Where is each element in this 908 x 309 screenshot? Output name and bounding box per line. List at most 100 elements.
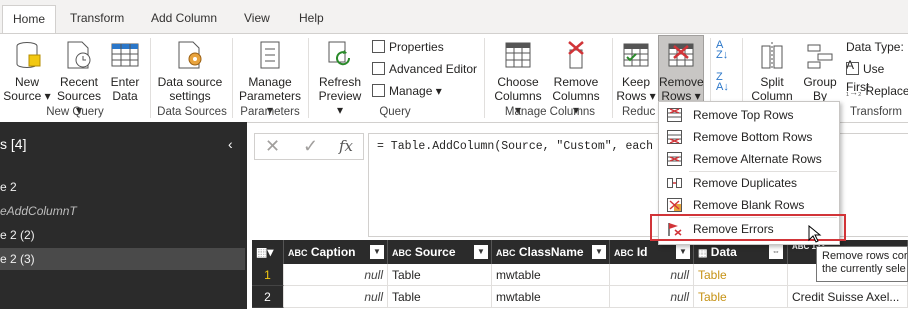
remove-columns-icon	[561, 40, 591, 70]
group-by-button[interactable]: Group By	[800, 36, 840, 103]
new-source-button[interactable]: New Source ▾	[3, 36, 51, 103]
keep-rows-button[interactable]: Keep Rows ▾	[616, 36, 656, 103]
table-type-icon: ▦	[698, 248, 708, 259]
group-by-icon	[805, 40, 835, 70]
column-header-label: Id	[636, 245, 648, 259]
expand-column-icon[interactable]: ⇔	[769, 245, 783, 259]
group-label-manage-columns: Manage Columns	[504, 106, 596, 118]
removec-label-2: Columns	[552, 89, 600, 103]
choose-columns-button[interactable]: Choose Columns ▾	[490, 36, 546, 117]
filter-dropdown-icon[interactable]: ▼	[592, 245, 606, 259]
remover-label-1: Remove	[659, 75, 704, 89]
queries-pane-title: s [4]	[0, 136, 27, 152]
replace-icon: ₁→₂	[846, 87, 862, 97]
menu-item-label: Remove Alternate Rows	[693, 152, 822, 166]
menu-item-label: Remove Duplicates	[693, 176, 798, 190]
tab-transform[interactable]: Transform	[60, 5, 134, 34]
remove-columns-button[interactable]: Remove Columns ▾	[548, 36, 604, 117]
column-header-label: ClassName	[518, 245, 584, 259]
ribbon-tab-bar: Home Transform Add Column View Help	[0, 0, 908, 34]
menu-item-remove-bottom-rows[interactable]: Remove Bottom Rows	[659, 126, 839, 148]
group-label-parameters: Parameters	[240, 106, 300, 118]
fx-icon: fx	[339, 137, 354, 155]
advanced-editor-button[interactable]: Advanced Editor	[372, 60, 477, 78]
tab-add-column[interactable]: Add Column	[141, 5, 227, 34]
collapse-chevron-icon[interactable]: ‹	[228, 136, 233, 152]
use-first-row-icon	[846, 62, 859, 75]
table-link-cell[interactable]: Table	[694, 286, 788, 308]
data-type-button[interactable]: Data Type: A	[846, 38, 908, 72]
manage-parameters-button[interactable]: Manage Parameters ▾	[236, 36, 304, 117]
table-menu-icon[interactable]: ▦▾	[252, 240, 284, 264]
table-cell[interactable]: null	[284, 264, 388, 286]
queries-pane: s [4] ‹ e 2 eAddColumnT e 2 (2) e 2 (3)	[0, 122, 247, 309]
menu-item-remove-alternate-rows[interactable]: Remove Alternate Rows	[659, 148, 839, 170]
table-cell[interactable]: Credit Suisse Axel...	[788, 286, 908, 308]
menu-item-remove-blank-rows[interactable]: Remove Blank Rows	[659, 194, 839, 216]
group-label-query: Query	[379, 106, 411, 118]
dss-label-2: settings	[169, 89, 211, 103]
remove-rows-icon	[666, 40, 696, 70]
enter-data-button[interactable]: Enter Data	[106, 36, 144, 103]
properties-icon	[372, 40, 385, 53]
filter-dropdown-icon[interactable]: ▼	[676, 245, 690, 259]
commit-formula-icon[interactable]: ✓	[303, 136, 318, 157]
ribbon-separator	[150, 38, 151, 118]
advanced-editor-icon	[372, 62, 385, 75]
use-first-row-button[interactable]: Use First	[846, 60, 908, 94]
table-cell[interactable]: null	[284, 286, 388, 308]
recent-sources-icon	[64, 40, 94, 70]
text-type-icon: ABC	[614, 248, 634, 258]
data-grid: ▦▾ ABC Caption ▼ ABC Source ▼ ABC ClassNam…	[252, 240, 908, 309]
query-item-selected[interactable]: e 2 (3)	[0, 248, 245, 270]
data-source-settings-button[interactable]: Data source settings	[156, 36, 224, 103]
tab-view[interactable]: View	[234, 5, 280, 34]
column-header-label: Source	[414, 245, 456, 259]
filter-dropdown-icon[interactable]: ▼	[370, 245, 384, 259]
column-header-label: Caption	[310, 245, 356, 259]
table-cell[interactable]: null	[610, 286, 694, 308]
manage-label-1: Manage	[248, 75, 292, 89]
text-type-icon: ABC	[496, 248, 516, 258]
recent-sources-button[interactable]: Recent Sources ▾	[54, 36, 104, 117]
table-link-cell[interactable]: Table	[694, 264, 788, 286]
query-item[interactable]: eAddColumnT	[0, 200, 245, 222]
refresh-label-1: Refresh	[318, 75, 362, 89]
refresh-icon	[325, 40, 355, 70]
manage-icon	[372, 84, 385, 97]
tab-home[interactable]: Home	[2, 5, 57, 34]
cancel-formula-icon[interactable]: ✕	[265, 136, 280, 157]
enter-label-1: Enter	[110, 75, 140, 89]
parameters-icon	[255, 40, 285, 70]
manage-button[interactable]: Manage ▾	[372, 82, 442, 100]
dss-label-1: Data source	[157, 75, 223, 89]
remove-rows-button[interactable]: Remove Rows ▾	[658, 35, 704, 103]
sort-descending-icon[interactable]: Z A↓	[716, 72, 736, 93]
table-cell[interactable]: mwtable	[492, 264, 610, 286]
filter-dropdown-icon[interactable]: ▼	[474, 245, 488, 259]
query-item[interactable]: e 2 (2)	[0, 224, 245, 246]
split-label-1: Split	[760, 75, 784, 89]
manage-label: Manage	[389, 84, 433, 98]
table-cell[interactable]: mwtable	[492, 286, 610, 308]
ribbon-separator	[308, 38, 309, 118]
properties-button[interactable]: Properties	[372, 38, 444, 56]
new-source-label-2: Source	[3, 89, 42, 103]
row-number: 1	[252, 264, 284, 286]
menu-item-remove-duplicates[interactable]: Remove Duplicates	[659, 172, 839, 194]
column-header[interactable]: ABC ClassName ▼	[492, 240, 610, 264]
table-cell[interactable]: Table	[388, 286, 492, 308]
refresh-preview-button[interactable]: Refresh Preview ▾	[314, 36, 366, 117]
sort-ascending-icon[interactable]: A Z↓	[716, 40, 736, 61]
table-cell[interactable]: null	[610, 264, 694, 286]
table-cell[interactable]: Table	[388, 264, 492, 286]
query-item[interactable]: e 2	[0, 176, 245, 198]
ribbon-separator	[232, 38, 233, 118]
row-number: 2	[252, 286, 284, 308]
tab-help[interactable]: Help	[289, 5, 334, 34]
replace-values-button[interactable]: ₁→₂ Replace	[846, 82, 908, 100]
column-header[interactable]: ABC Source ▼	[388, 240, 492, 264]
data-source-settings-icon	[175, 40, 205, 70]
column-header[interactable]: ABC Caption ▼	[284, 240, 388, 264]
menu-item-remove-top-rows[interactable]: Remove Top Rows	[659, 104, 839, 126]
